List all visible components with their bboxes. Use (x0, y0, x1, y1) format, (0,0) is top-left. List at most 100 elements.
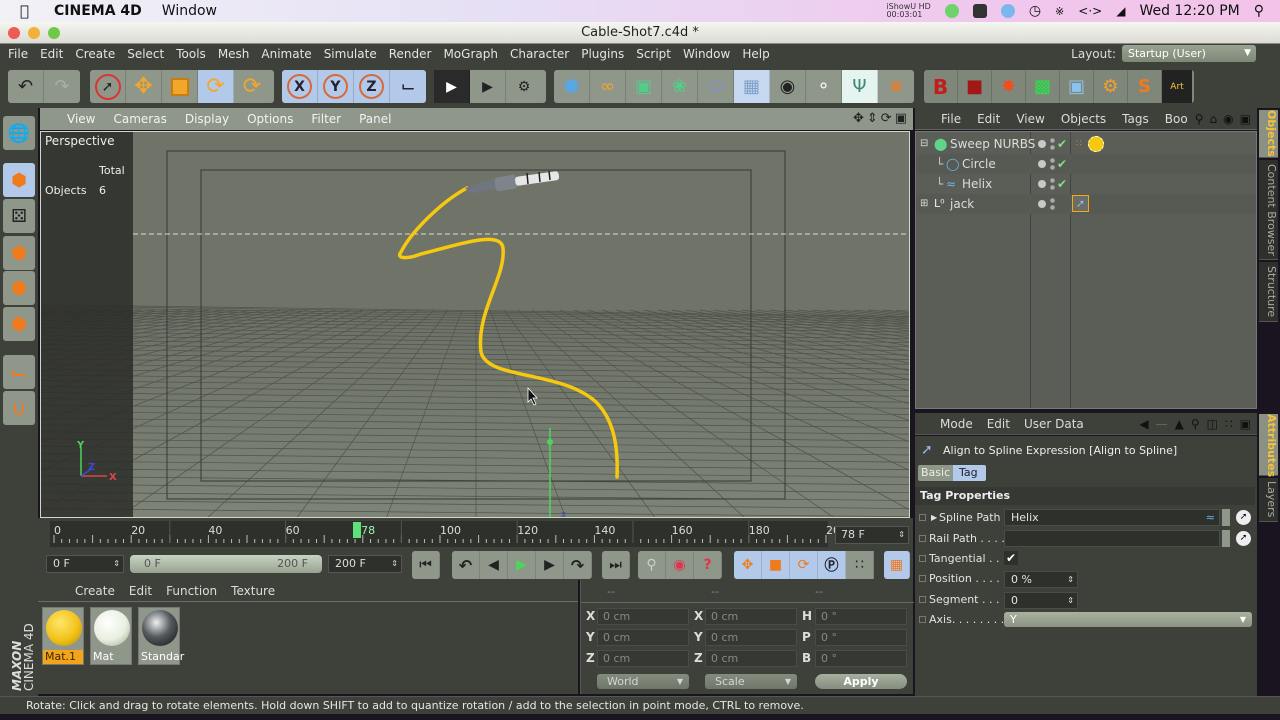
att-menu-mode[interactable]: Mode (933, 417, 980, 431)
edge-mode-icon[interactable]: ⬢ (3, 271, 35, 305)
key-parameter-icon[interactable]: Ⓟ (818, 551, 846, 579)
array-icon[interactable]: ❀ (662, 70, 698, 103)
plugin-burst-icon[interactable]: ✸ (992, 70, 1026, 103)
recent-tool-icon[interactable]: ⟳ (234, 70, 270, 103)
spline-icon[interactable]: ∞ (590, 70, 626, 103)
render-view-icon[interactable]: ▶ (434, 70, 470, 103)
menu-plugins[interactable]: Plugins (575, 47, 630, 61)
timeline-ruler[interactable]: 020406078100120140160180200 (50, 521, 847, 547)
stepper-icon[interactable]: ⇕ (1067, 593, 1074, 608)
tab-content-browser[interactable]: Content Browser (1259, 160, 1278, 260)
att-menu-user-data[interactable]: User Data (1017, 417, 1091, 431)
segment-field[interactable]: 0 ⇕ (1004, 592, 1078, 609)
om-menu-file[interactable]: File (933, 112, 969, 126)
y-axis-lock-icon[interactable]: Y (318, 70, 354, 103)
point-mode-icon[interactable]: ⬢ (3, 236, 35, 270)
tray-cloud-icon[interactable] (1000, 4, 1015, 18)
object-name[interactable]: Sweep NURBS (950, 134, 1035, 154)
om-menu-bookmarks[interactable]: Boo (1157, 112, 1196, 126)
expand-icon[interactable]: ⊞ (920, 194, 928, 214)
plugin-s-icon[interactable]: S (1128, 70, 1162, 103)
menu-window[interactable]: Window (677, 47, 736, 61)
goto-start-icon[interactable]: ⏮ (412, 551, 440, 579)
plugin-green-icon[interactable]: ▩ (1026, 70, 1060, 103)
material-tag-icon[interactable] (1088, 136, 1104, 152)
plugin-blue-cube-icon[interactable]: ▣ (1060, 70, 1094, 103)
om-menu-tags[interactable]: Tags (1114, 112, 1157, 126)
material-swatch[interactable]: Standar (138, 607, 184, 665)
frame-range-slider[interactable]: 0 F 200 F (130, 555, 322, 573)
tray-check-icon[interactable] (972, 4, 987, 18)
new-window-icon[interactable]: ▣ (1240, 112, 1251, 126)
object-mode-icon[interactable]: ⬢ (3, 163, 35, 197)
prev-key-icon[interactable]: ↶ (452, 551, 480, 579)
pan-view-icon[interactable]: ✥ (853, 111, 864, 126)
size-x-field[interactable]: 0 cm (705, 608, 797, 625)
start-frame-field[interactable]: 0 F ⇕ (46, 555, 124, 573)
volume-icon[interactable]: ◢ (1116, 4, 1125, 18)
rail-path-field[interactable] (1004, 530, 1220, 547)
collapse-icon[interactable]: ⊟ (920, 134, 928, 154)
menu-script[interactable]: Script (630, 47, 677, 61)
menu-tools[interactable]: Tools (170, 47, 212, 61)
om-menu-view[interactable]: View (1008, 112, 1052, 126)
search-icon[interactable]: ⚲ (1195, 112, 1204, 126)
object-name[interactable]: jack (950, 194, 974, 214)
recorder-indicator[interactable]: iShowU HD 00:03:01 (886, 3, 930, 19)
menu-edit[interactable]: Edit (34, 47, 69, 61)
scale-tool-icon[interactable] (162, 70, 198, 103)
enabled-check-icon[interactable]: ✔ (1057, 154, 1067, 174)
timeline-window-icon[interactable]: ▦ (884, 551, 910, 579)
time-machine-icon[interactable]: ◷ (1029, 3, 1041, 19)
app-menu[interactable]: CINEMA 4D (54, 3, 142, 19)
clock[interactable]: Wed 12:20 PM (1139, 3, 1239, 19)
tab-objects[interactable]: Objects (1259, 110, 1278, 158)
new-window-icon[interactable]: ▣ (1240, 417, 1251, 431)
plugin-b-icon[interactable]: B (924, 70, 958, 103)
3d-viewport[interactable]: z Perspective Total Objects 6 Y X Z (40, 131, 910, 518)
apply-button[interactable]: Apply (815, 674, 907, 689)
pos-x-field[interactable]: 0 cm (597, 608, 689, 625)
model-mode-icon[interactable]: 🌐 (3, 116, 35, 150)
align-to-spline-tag-icon[interactable]: ➚ (1072, 195, 1089, 212)
x-axis-lock-icon[interactable]: X (282, 70, 318, 103)
menu-simulate[interactable]: Simulate (318, 47, 383, 61)
stepper-icon[interactable]: ⇕ (898, 527, 905, 543)
current-frame-field[interactable]: 78 F ⇕ (835, 526, 909, 544)
end-frame-field[interactable]: 200 F ⇕ (328, 555, 402, 573)
render-picture-viewer-icon[interactable]: ▶ (470, 70, 506, 103)
cube-icon[interactable]: ⬢ (554, 70, 590, 103)
spotlight-icon[interactable]: ⚲ (1254, 3, 1264, 19)
rot-b-field[interactable]: 0 ° (815, 650, 907, 667)
axis-icon[interactable]: ⌙ (3, 355, 35, 389)
playhead[interactable] (353, 522, 362, 538)
size-z-field[interactable]: 0 cm (705, 650, 797, 667)
arrows-icon[interactable]: <·> (1078, 4, 1102, 18)
menu-render[interactable]: Render (383, 47, 438, 61)
toggle-layout-icon[interactable]: ▣ (895, 111, 907, 126)
phong-tag-icon[interactable]: ∷ (1076, 134, 1082, 154)
z-axis-lock-icon[interactable]: Z (354, 70, 390, 103)
redo-icon[interactable]: ↷ (44, 70, 80, 103)
camera-icon[interactable]: ◉ (770, 70, 806, 103)
om-menu-edit[interactable]: Edit (969, 112, 1008, 126)
goto-end-icon[interactable]: ⏭ (602, 551, 630, 579)
menu-file[interactable]: File (2, 47, 34, 61)
tab-attributes[interactable]: Attributes (1259, 414, 1278, 477)
plugin-art-icon[interactable]: Art (1162, 70, 1192, 103)
rotate-tool-icon[interactable]: ⟳ (198, 70, 234, 103)
auto-key-icon[interactable]: ◉ (666, 551, 694, 579)
menu-help[interactable]: Help (736, 47, 775, 61)
plugin-cube-icon[interactable]: ■ (958, 70, 992, 103)
menu-animate[interactable]: Animate (255, 47, 317, 61)
position-field[interactable]: 0 % ⇕ (1004, 571, 1078, 588)
object-name[interactable]: Circle (962, 154, 996, 174)
size-y-field[interactable]: 0 cm (705, 629, 797, 646)
back-arrow-icon[interactable]: ◀ (1139, 417, 1148, 431)
material-menu-function[interactable]: Function (159, 584, 224, 598)
audio-jack-plug[interactable] (465, 170, 560, 194)
eye-icon[interactable]: ◉ (1223, 112, 1233, 126)
snap-magnet-icon[interactable]: ∪ (3, 391, 35, 425)
object-row-circle[interactable]: └ ◯ Circle ✔ (916, 154, 1256, 174)
select-tool-icon[interactable]: ➚ (90, 70, 126, 103)
